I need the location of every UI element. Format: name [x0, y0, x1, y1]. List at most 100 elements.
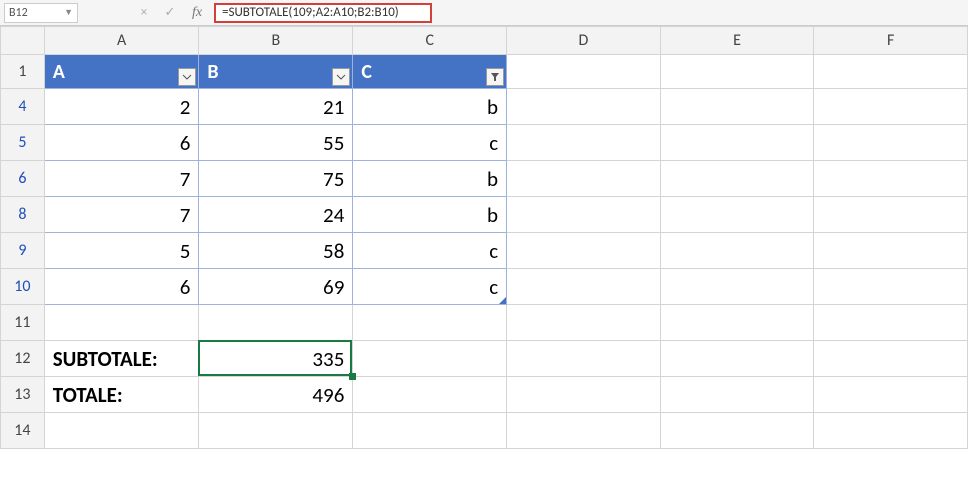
row-header[interactable]: 6	[1, 161, 45, 197]
cell[interactable]	[353, 377, 507, 413]
subtotale-value-cell[interactable]: 335	[199, 341, 353, 377]
cell[interactable]: b	[353, 89, 507, 125]
cell[interactable]	[814, 341, 968, 377]
cell[interactable]	[814, 377, 968, 413]
cell[interactable]	[814, 269, 968, 305]
cell[interactable]	[507, 269, 661, 305]
cell[interactable]	[507, 341, 661, 377]
fx-icon[interactable]: fx	[186, 3, 208, 23]
cell[interactable]: b	[353, 197, 507, 233]
cell[interactable]: 55	[199, 125, 353, 161]
col-header-F[interactable]: F	[814, 27, 968, 55]
row-header[interactable]: 14	[1, 413, 45, 449]
cell[interactable]	[660, 55, 814, 89]
cell[interactable]	[660, 89, 814, 125]
cell[interactable]	[814, 55, 968, 89]
cell[interactable]	[814, 161, 968, 197]
cell[interactable]	[507, 305, 661, 341]
filter-button[interactable]	[332, 68, 350, 86]
col-header-C[interactable]: C	[353, 27, 507, 55]
select-all-corner[interactable]	[1, 27, 45, 55]
cell[interactable]: b	[353, 161, 507, 197]
name-box[interactable]: B12 ▼	[4, 3, 78, 23]
table-header-label: B	[207, 60, 218, 84]
subtotale-label-cell[interactable]: SUBTOTALE:	[44, 341, 199, 377]
cell[interactable]	[814, 89, 968, 125]
cell[interactable]	[814, 413, 968, 449]
cell[interactable]	[660, 413, 814, 449]
cell[interactable]	[507, 89, 661, 125]
table-header-A[interactable]: A	[44, 55, 199, 89]
cell[interactable]	[814, 233, 968, 269]
filter-button[interactable]	[178, 68, 196, 86]
row-header[interactable]: 13	[1, 377, 45, 413]
cell[interactable]	[44, 413, 199, 449]
cell[interactable]	[44, 305, 199, 341]
cell[interactable]	[660, 233, 814, 269]
row-header[interactable]: 10	[1, 269, 45, 305]
cell[interactable]: 58	[199, 233, 353, 269]
cell[interactable]	[353, 305, 507, 341]
formula-text: =SUBTOTALE(109;A2:A10;B2:B10)	[222, 5, 399, 20]
cell[interactable]	[814, 305, 968, 341]
cell[interactable]	[660, 161, 814, 197]
col-header-E[interactable]: E	[660, 27, 814, 55]
row-header[interactable]: 11	[1, 305, 45, 341]
cell[interactable]	[353, 413, 507, 449]
cell[interactable]	[660, 377, 814, 413]
cell[interactable]	[353, 341, 507, 377]
confirm-icon[interactable]: ✓	[160, 3, 180, 23]
cell[interactable]	[507, 377, 661, 413]
cell[interactable]	[199, 305, 353, 341]
cell[interactable]: 24	[199, 197, 353, 233]
table-header-C[interactable]: C	[353, 55, 507, 89]
cell[interactable]: 7	[44, 161, 199, 197]
cell[interactable]	[814, 197, 968, 233]
table-header-B[interactable]: B	[199, 55, 353, 89]
cell[interactable]: 2	[44, 89, 199, 125]
cell[interactable]: 21	[199, 89, 353, 125]
cell[interactable]: 69	[199, 269, 353, 305]
chevron-down-icon: ▼	[64, 7, 73, 18]
cell[interactable]: c	[353, 125, 507, 161]
cell[interactable]	[507, 125, 661, 161]
cell[interactable]	[660, 305, 814, 341]
cell[interactable]	[814, 125, 968, 161]
row-header[interactable]: 1	[1, 55, 45, 89]
cell[interactable]	[507, 161, 661, 197]
col-header-B[interactable]: B	[199, 27, 353, 55]
cell[interactable]: 6	[44, 269, 199, 305]
cell-value: c	[489, 274, 498, 300]
cell[interactable]	[507, 413, 661, 449]
totale-label-cell[interactable]: TOTALE:	[44, 377, 199, 413]
col-header-A[interactable]: A	[44, 27, 199, 55]
cell[interactable]	[507, 233, 661, 269]
cancel-icon[interactable]: ×	[134, 3, 154, 23]
row-header[interactable]: 8	[1, 197, 45, 233]
spreadsheet-grid[interactable]: A B C D E F 1 A B C	[0, 26, 968, 449]
cell[interactable]	[199, 413, 353, 449]
row-header[interactable]: 4	[1, 89, 45, 125]
name-box-value: B12	[9, 6, 28, 20]
row-header[interactable]: 9	[1, 233, 45, 269]
row-header[interactable]: 12	[1, 341, 45, 377]
cell[interactable]: 7	[44, 197, 199, 233]
col-header-D[interactable]: D	[507, 27, 661, 55]
fill-handle[interactable]	[349, 373, 356, 380]
cell[interactable]: 5	[44, 233, 199, 269]
cell[interactable]	[507, 197, 661, 233]
cell[interactable]: 6	[44, 125, 199, 161]
cell[interactable]	[660, 269, 814, 305]
cell[interactable]: 75	[199, 161, 353, 197]
cell[interactable]: c	[353, 269, 507, 305]
filter-button-active[interactable]	[486, 68, 504, 86]
cell[interactable]	[507, 55, 661, 89]
cell[interactable]	[660, 125, 814, 161]
cell[interactable]	[660, 341, 814, 377]
row-header[interactable]: 5	[1, 125, 45, 161]
totale-value-cell[interactable]: 496	[199, 377, 353, 413]
cell[interactable]	[660, 197, 814, 233]
formula-input[interactable]: =SUBTOTALE(109;A2:A10;B2:B10)	[214, 3, 432, 23]
table-corner-mark	[499, 297, 506, 304]
cell[interactable]: c	[353, 233, 507, 269]
